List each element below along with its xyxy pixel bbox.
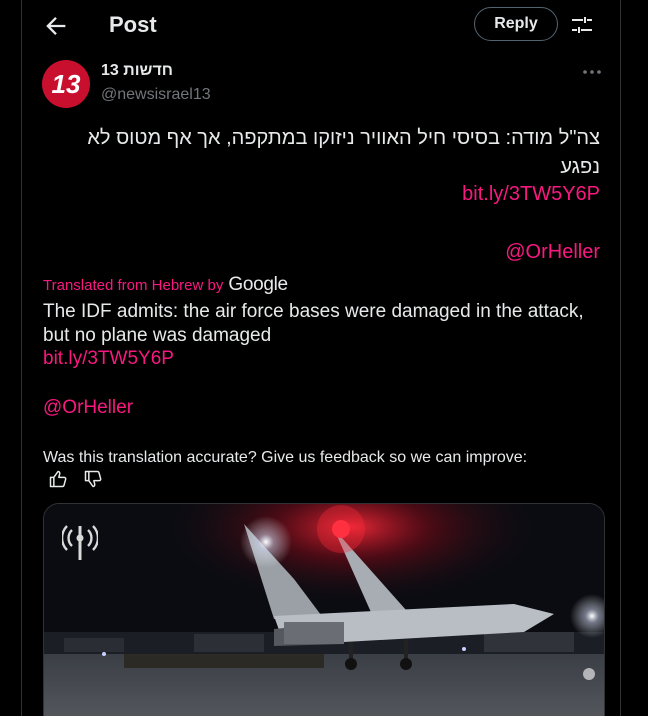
post-link-original[interactable]: bit.ly/3TW5Y6P [462,183,600,206]
post-media-video[interactable] [43,503,605,716]
post-text-original: צה"ל מודה: בסיסי חיל האוויר ניזוקו במתקפ… [87,127,600,178]
post-text-translated: The IDF admits: the air force bases were… [43,301,584,346]
author-display-name[interactable]: חדשות 13 [101,62,173,80]
reply-button[interactable]: Reply [474,7,558,41]
thumbs-down-icon [84,470,102,488]
post-column: Post Reply 13 חדשות 13 @newsisrael13 צה"… [21,0,621,716]
translation-label: Translated from Hebrew by [43,276,224,294]
post-settings-button[interactable] [570,13,594,37]
post-link-translated[interactable]: bit.ly/3TW5Y6P [43,348,174,370]
post-mention-translated[interactable]: @OrHeller [43,397,133,419]
google-logo: Google [228,274,288,295]
back-button[interactable] [42,12,70,40]
media-night-airbase-image [44,504,604,716]
page-title: Post [109,12,157,37]
more-horizontal-icon [583,70,601,74]
post-mention-original[interactable]: @OrHeller [505,241,600,264]
thumbs-up-icon [49,470,67,488]
thumbs-down-button[interactable] [83,469,103,489]
translation-feedback-question: Was this translation accurate? Give us f… [43,449,528,466]
more-options-button[interactable] [580,60,604,84]
translation-attribution: Translated from Hebrew by Google [43,274,288,296]
sliders-icon [572,17,592,33]
post-header: Post Reply [22,0,620,52]
thumbs-up-button[interactable] [48,469,68,489]
idf-spokesperson-logo [62,520,98,564]
author-handle[interactable]: @newsisrael13 [101,86,211,104]
arrow-left-icon [46,17,66,35]
idf-spokesperson-icon [62,525,98,560]
avatar[interactable]: 13 [42,60,90,108]
